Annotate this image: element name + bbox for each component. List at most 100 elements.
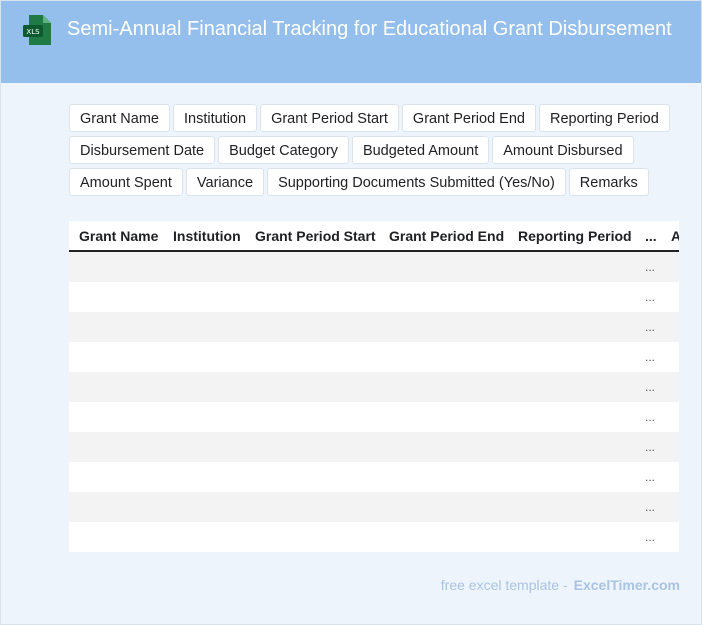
- table-row: ...: [69, 312, 679, 342]
- table-cell[interactable]: [245, 462, 379, 492]
- table-cell[interactable]: [379, 312, 508, 342]
- table-cell[interactable]: [661, 492, 679, 522]
- table-cell[interactable]: ...: [635, 402, 661, 432]
- table-cell[interactable]: [661, 462, 679, 492]
- table-cell[interactable]: [508, 462, 635, 492]
- table-cell[interactable]: [163, 492, 245, 522]
- table-cell[interactable]: [661, 372, 679, 402]
- table-cell[interactable]: ...: [635, 462, 661, 492]
- table-cell[interactable]: ...: [635, 432, 661, 462]
- header-bar: XLS Semi-Annual Financial Tracking for E…: [1, 1, 701, 83]
- column-header: ...: [635, 221, 661, 252]
- table-cell[interactable]: [245, 282, 379, 312]
- table-cell[interactable]: [661, 312, 679, 342]
- column-chip: Amount Spent: [69, 168, 183, 196]
- table-cell[interactable]: ...: [635, 522, 661, 552]
- table-cell[interactable]: ...: [635, 492, 661, 522]
- table-cell[interactable]: [163, 462, 245, 492]
- table-cell[interactable]: [69, 402, 163, 432]
- column-chip: Grant Period End: [401, 104, 536, 132]
- table-cell[interactable]: [661, 402, 679, 432]
- table-cell[interactable]: [163, 372, 245, 402]
- table-cell[interactable]: [69, 522, 163, 552]
- table-cell[interactable]: [379, 282, 508, 312]
- table-cell[interactable]: ...: [635, 251, 661, 282]
- table-cell[interactable]: [245, 342, 379, 372]
- table-cell[interactable]: [508, 402, 635, 432]
- table-cell[interactable]: [379, 251, 508, 282]
- table-cell[interactable]: [661, 432, 679, 462]
- column-chip: Amount Disbursed: [492, 136, 634, 164]
- table-cell[interactable]: [508, 432, 635, 462]
- column-header: A: [661, 221, 679, 252]
- column-chip: Institution: [172, 104, 258, 132]
- table-row: ...: [69, 432, 679, 462]
- column-header: Reporting Period: [508, 221, 635, 252]
- table-cell[interactable]: [163, 432, 245, 462]
- table-cell[interactable]: [69, 462, 163, 492]
- table-cell[interactable]: [661, 251, 679, 282]
- table-cell[interactable]: [379, 462, 508, 492]
- table-cell[interactable]: [379, 402, 508, 432]
- table-cell[interactable]: [245, 312, 379, 342]
- table-cell[interactable]: [245, 372, 379, 402]
- table-row: ...: [69, 522, 679, 552]
- table-cell[interactable]: [508, 282, 635, 312]
- table-cell[interactable]: [661, 342, 679, 372]
- footer-credit: free excel template - ExcelTimer.com: [441, 577, 680, 593]
- table-cell[interactable]: [379, 372, 508, 402]
- table-cell[interactable]: [163, 342, 245, 372]
- table-row: ...: [69, 372, 679, 402]
- column-chip: Grant Name: [69, 104, 170, 132]
- page-frame: XLS Semi-Annual Financial Tracking for E…: [0, 0, 702, 625]
- table-cell[interactable]: ...: [635, 372, 661, 402]
- column-chip-list: Grant Name Institution Grant Period Start G…: [69, 104, 689, 196]
- footer-brand-link[interactable]: ExcelTimer.com: [574, 577, 680, 593]
- table-cell[interactable]: [245, 251, 379, 282]
- table-cell[interactable]: [508, 372, 635, 402]
- table-cell[interactable]: [69, 312, 163, 342]
- table-cell[interactable]: [661, 522, 679, 552]
- table-body: ..............................: [69, 251, 679, 552]
- table-row: ...: [69, 492, 679, 522]
- column-header: Grant Name: [69, 221, 163, 252]
- table-row: ...: [69, 251, 679, 282]
- data-table: Grant Name Institution Grant Period Start G…: [69, 221, 679, 552]
- column-chip: Budget Category: [218, 136, 349, 164]
- table-cell[interactable]: [661, 282, 679, 312]
- table-cell[interactable]: [245, 432, 379, 462]
- table-cell[interactable]: ...: [635, 282, 661, 312]
- table-cell[interactable]: [163, 251, 245, 282]
- table-cell[interactable]: [69, 251, 163, 282]
- table-cell[interactable]: ...: [635, 342, 661, 372]
- table-cell[interactable]: [508, 492, 635, 522]
- table-cell[interactable]: [508, 251, 635, 282]
- table-cell[interactable]: [163, 402, 245, 432]
- table-cell[interactable]: [245, 522, 379, 552]
- table-cell[interactable]: [69, 282, 163, 312]
- table-cell[interactable]: [379, 342, 508, 372]
- table-cell[interactable]: [379, 432, 508, 462]
- table-cell[interactable]: [379, 522, 508, 552]
- table-cell[interactable]: ...: [635, 312, 661, 342]
- data-table-container[interactable]: Grant Name Institution Grant Period Start G…: [69, 221, 679, 552]
- column-chip: Disbursement Date: [69, 136, 216, 164]
- column-chip: Reporting Period: [538, 104, 670, 132]
- table-cell[interactable]: [508, 312, 635, 342]
- table-cell[interactable]: [508, 342, 635, 372]
- table-cell[interactable]: [245, 402, 379, 432]
- table-cell[interactable]: [69, 342, 163, 372]
- column-chip: Supporting Documents Submitted (Yes/No): [267, 168, 566, 196]
- table-cell[interactable]: [163, 282, 245, 312]
- table-cell[interactable]: [69, 372, 163, 402]
- table-cell[interactable]: [508, 522, 635, 552]
- column-chip: Grant Period Start: [260, 104, 399, 132]
- table-cell[interactable]: [69, 492, 163, 522]
- table-row: ...: [69, 282, 679, 312]
- table-cell[interactable]: [245, 492, 379, 522]
- table-cell[interactable]: [163, 522, 245, 552]
- table-cell[interactable]: [69, 432, 163, 462]
- table-row: ...: [69, 462, 679, 492]
- table-cell[interactable]: [163, 312, 245, 342]
- table-cell[interactable]: [379, 492, 508, 522]
